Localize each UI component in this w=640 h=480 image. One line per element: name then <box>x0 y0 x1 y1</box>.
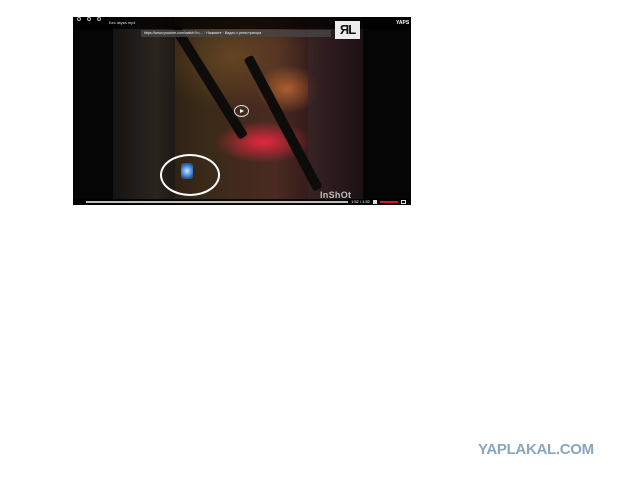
letterbox-left <box>73 17 113 205</box>
volume-icon[interactable] <box>373 199 377 204</box>
video-title: Без звука.mp4 <box>109 20 136 25</box>
fullscreen-icon[interactable] <box>401 199 406 204</box>
play-icon[interactable] <box>234 105 249 117</box>
progress-bar[interactable] <box>86 201 348 203</box>
video-player[interactable]: Без звука.mp4 https://www.youtube.com/wa… <box>73 17 411 205</box>
channel-logo[interactable]: ЯL <box>335 21 360 39</box>
url-bar[interactable]: https://www.youtube.com/watch?v=... · На… <box>141 30 331 37</box>
player-top-bar: Без звука.mp4 <box>73 17 411 29</box>
letterbox-right <box>363 17 411 205</box>
corner-mark: YAPS <box>396 20 410 26</box>
site-watermark: YAPLAKAL.COM <box>478 441 594 458</box>
annotation-circle <box>160 154 220 196</box>
volume-slider[interactable] <box>380 201 398 203</box>
progress-fill <box>86 201 348 203</box>
time-display: 1:52 / 1:52 <box>351 198 370 204</box>
settings-icon[interactable] <box>87 17 91 21</box>
refresh-icon[interactable] <box>77 17 81 21</box>
share-icon[interactable] <box>97 17 101 21</box>
